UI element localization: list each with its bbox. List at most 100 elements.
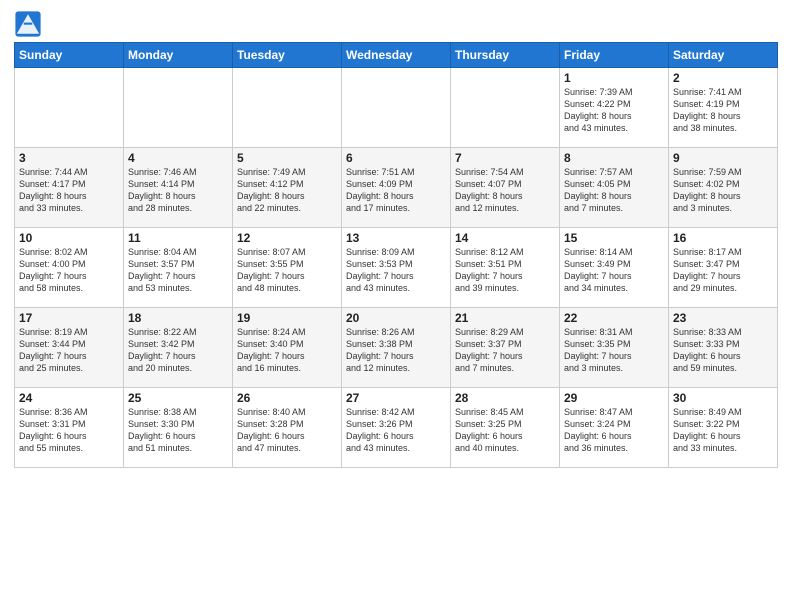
calendar-cell: 24Sunrise: 8:36 AM Sunset: 3:31 PM Dayli… — [15, 388, 124, 468]
calendar-cell: 11Sunrise: 8:04 AM Sunset: 3:57 PM Dayli… — [124, 228, 233, 308]
day-info: Sunrise: 8:14 AM Sunset: 3:49 PM Dayligh… — [564, 246, 664, 295]
calendar-cell: 22Sunrise: 8:31 AM Sunset: 3:35 PM Dayli… — [560, 308, 669, 388]
day-number: 30 — [673, 391, 773, 405]
logo-icon — [14, 10, 42, 38]
day-info: Sunrise: 8:22 AM Sunset: 3:42 PM Dayligh… — [128, 326, 228, 375]
col-header-thursday: Thursday — [451, 43, 560, 68]
calendar-cell: 6Sunrise: 7:51 AM Sunset: 4:09 PM Daylig… — [342, 148, 451, 228]
calendar-cell: 10Sunrise: 8:02 AM Sunset: 4:00 PM Dayli… — [15, 228, 124, 308]
day-number: 27 — [346, 391, 446, 405]
day-info: Sunrise: 7:44 AM Sunset: 4:17 PM Dayligh… — [19, 166, 119, 215]
calendar-cell: 19Sunrise: 8:24 AM Sunset: 3:40 PM Dayli… — [233, 308, 342, 388]
calendar-cell: 18Sunrise: 8:22 AM Sunset: 3:42 PM Dayli… — [124, 308, 233, 388]
calendar-cell: 9Sunrise: 7:59 AM Sunset: 4:02 PM Daylig… — [669, 148, 778, 228]
calendar-week-3: 10Sunrise: 8:02 AM Sunset: 4:00 PM Dayli… — [15, 228, 778, 308]
day-number: 1 — [564, 71, 664, 85]
day-info: Sunrise: 8:04 AM Sunset: 3:57 PM Dayligh… — [128, 246, 228, 295]
day-number: 14 — [455, 231, 555, 245]
calendar-cell: 5Sunrise: 7:49 AM Sunset: 4:12 PM Daylig… — [233, 148, 342, 228]
calendar-cell — [233, 68, 342, 148]
day-info: Sunrise: 7:46 AM Sunset: 4:14 PM Dayligh… — [128, 166, 228, 215]
day-number: 24 — [19, 391, 119, 405]
calendar-cell — [124, 68, 233, 148]
calendar-header-row: SundayMondayTuesdayWednesdayThursdayFrid… — [15, 43, 778, 68]
day-number: 7 — [455, 151, 555, 165]
calendar-cell: 14Sunrise: 8:12 AM Sunset: 3:51 PM Dayli… — [451, 228, 560, 308]
day-info: Sunrise: 8:40 AM Sunset: 3:28 PM Dayligh… — [237, 406, 337, 455]
calendar-week-5: 24Sunrise: 8:36 AM Sunset: 3:31 PM Dayli… — [15, 388, 778, 468]
col-header-wednesday: Wednesday — [342, 43, 451, 68]
page-container: SundayMondayTuesdayWednesdayThursdayFrid… — [0, 0, 792, 476]
day-number: 25 — [128, 391, 228, 405]
day-info: Sunrise: 7:39 AM Sunset: 4:22 PM Dayligh… — [564, 86, 664, 135]
day-info: Sunrise: 8:49 AM Sunset: 3:22 PM Dayligh… — [673, 406, 773, 455]
header — [14, 10, 778, 38]
logo — [14, 10, 46, 38]
day-number: 16 — [673, 231, 773, 245]
col-header-friday: Friday — [560, 43, 669, 68]
day-info: Sunrise: 8:19 AM Sunset: 3:44 PM Dayligh… — [19, 326, 119, 375]
calendar-table: SundayMondayTuesdayWednesdayThursdayFrid… — [14, 42, 778, 468]
calendar-cell: 17Sunrise: 8:19 AM Sunset: 3:44 PM Dayli… — [15, 308, 124, 388]
day-info: Sunrise: 7:49 AM Sunset: 4:12 PM Dayligh… — [237, 166, 337, 215]
day-info: Sunrise: 8:12 AM Sunset: 3:51 PM Dayligh… — [455, 246, 555, 295]
calendar-cell: 3Sunrise: 7:44 AM Sunset: 4:17 PM Daylig… — [15, 148, 124, 228]
day-number: 26 — [237, 391, 337, 405]
day-info: Sunrise: 8:26 AM Sunset: 3:38 PM Dayligh… — [346, 326, 446, 375]
calendar-cell: 20Sunrise: 8:26 AM Sunset: 3:38 PM Dayli… — [342, 308, 451, 388]
day-info: Sunrise: 8:33 AM Sunset: 3:33 PM Dayligh… — [673, 326, 773, 375]
calendar-cell: 12Sunrise: 8:07 AM Sunset: 3:55 PM Dayli… — [233, 228, 342, 308]
calendar-cell: 13Sunrise: 8:09 AM Sunset: 3:53 PM Dayli… — [342, 228, 451, 308]
calendar-cell — [451, 68, 560, 148]
day-info: Sunrise: 8:17 AM Sunset: 3:47 PM Dayligh… — [673, 246, 773, 295]
calendar-week-2: 3Sunrise: 7:44 AM Sunset: 4:17 PM Daylig… — [15, 148, 778, 228]
day-number: 28 — [455, 391, 555, 405]
calendar-cell: 26Sunrise: 8:40 AM Sunset: 3:28 PM Dayli… — [233, 388, 342, 468]
day-number: 21 — [455, 311, 555, 325]
day-info: Sunrise: 8:36 AM Sunset: 3:31 PM Dayligh… — [19, 406, 119, 455]
day-info: Sunrise: 8:02 AM Sunset: 4:00 PM Dayligh… — [19, 246, 119, 295]
day-info: Sunrise: 7:59 AM Sunset: 4:02 PM Dayligh… — [673, 166, 773, 215]
day-number: 23 — [673, 311, 773, 325]
day-info: Sunrise: 7:51 AM Sunset: 4:09 PM Dayligh… — [346, 166, 446, 215]
day-number: 4 — [128, 151, 228, 165]
calendar-cell: 4Sunrise: 7:46 AM Sunset: 4:14 PM Daylig… — [124, 148, 233, 228]
day-number: 22 — [564, 311, 664, 325]
day-info: Sunrise: 8:24 AM Sunset: 3:40 PM Dayligh… — [237, 326, 337, 375]
day-number: 20 — [346, 311, 446, 325]
day-number: 15 — [564, 231, 664, 245]
day-number: 2 — [673, 71, 773, 85]
calendar-cell — [342, 68, 451, 148]
day-info: Sunrise: 8:45 AM Sunset: 3:25 PM Dayligh… — [455, 406, 555, 455]
day-number: 8 — [564, 151, 664, 165]
day-info: Sunrise: 8:31 AM Sunset: 3:35 PM Dayligh… — [564, 326, 664, 375]
calendar-week-4: 17Sunrise: 8:19 AM Sunset: 3:44 PM Dayli… — [15, 308, 778, 388]
day-info: Sunrise: 8:07 AM Sunset: 3:55 PM Dayligh… — [237, 246, 337, 295]
day-number: 5 — [237, 151, 337, 165]
calendar-cell: 29Sunrise: 8:47 AM Sunset: 3:24 PM Dayli… — [560, 388, 669, 468]
col-header-monday: Monday — [124, 43, 233, 68]
calendar-cell: 30Sunrise: 8:49 AM Sunset: 3:22 PM Dayli… — [669, 388, 778, 468]
col-header-saturday: Saturday — [669, 43, 778, 68]
day-info: Sunrise: 8:47 AM Sunset: 3:24 PM Dayligh… — [564, 406, 664, 455]
day-number: 10 — [19, 231, 119, 245]
day-info: Sunrise: 8:29 AM Sunset: 3:37 PM Dayligh… — [455, 326, 555, 375]
calendar-cell: 27Sunrise: 8:42 AM Sunset: 3:26 PM Dayli… — [342, 388, 451, 468]
day-number: 13 — [346, 231, 446, 245]
calendar-cell: 15Sunrise: 8:14 AM Sunset: 3:49 PM Dayli… — [560, 228, 669, 308]
calendar-cell: 21Sunrise: 8:29 AM Sunset: 3:37 PM Dayli… — [451, 308, 560, 388]
day-number: 9 — [673, 151, 773, 165]
day-number: 17 — [19, 311, 119, 325]
col-header-sunday: Sunday — [15, 43, 124, 68]
calendar-cell: 8Sunrise: 7:57 AM Sunset: 4:05 PM Daylig… — [560, 148, 669, 228]
day-number: 18 — [128, 311, 228, 325]
calendar-cell: 16Sunrise: 8:17 AM Sunset: 3:47 PM Dayli… — [669, 228, 778, 308]
day-number: 29 — [564, 391, 664, 405]
calendar-week-1: 1Sunrise: 7:39 AM Sunset: 4:22 PM Daylig… — [15, 68, 778, 148]
day-info: Sunrise: 8:38 AM Sunset: 3:30 PM Dayligh… — [128, 406, 228, 455]
day-number: 12 — [237, 231, 337, 245]
day-number: 11 — [128, 231, 228, 245]
col-header-tuesday: Tuesday — [233, 43, 342, 68]
day-number: 19 — [237, 311, 337, 325]
calendar-cell: 7Sunrise: 7:54 AM Sunset: 4:07 PM Daylig… — [451, 148, 560, 228]
